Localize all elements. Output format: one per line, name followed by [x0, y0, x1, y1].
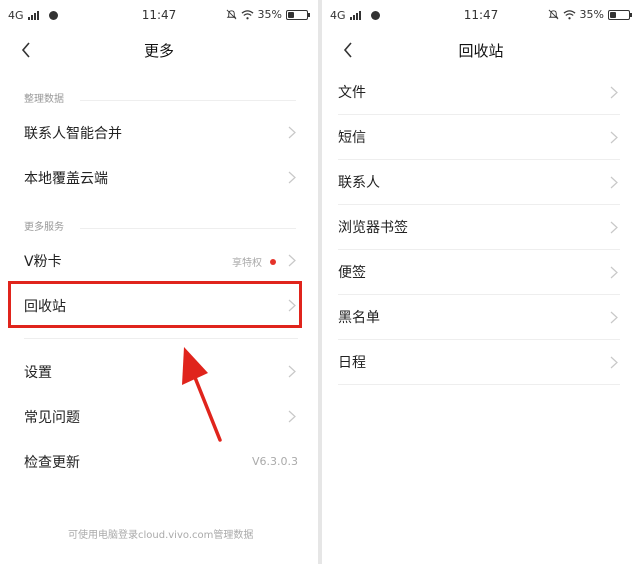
chevron-right-icon [288, 171, 296, 184]
mute-icon [548, 9, 558, 20]
recycle-item-files[interactable]: 文件 [338, 70, 620, 115]
recycle-item-sms[interactable]: 短信 [338, 115, 620, 160]
chevron-right-icon [610, 176, 618, 189]
local-overwrite-cloud-row[interactable]: 本地覆盖云端 [0, 155, 318, 200]
recycle-item-schedule[interactable]: 日程 [338, 340, 620, 385]
row-label: 联系人 [338, 175, 380, 191]
recycle-bin-screen: 4G 11:47 35% 回收站 文件 短信 联系人 浏览器书签 便签 黑名单 … [322, 0, 640, 564]
more-screen: 4G 11:47 35% 更多 整理数据 联系人智能合并 本地覆盖云端 更多服务 [0, 0, 318, 564]
recycle-bin-row[interactable]: 回收站 [0, 283, 318, 328]
row-label: 文件 [338, 85, 366, 101]
red-dot-badge [270, 258, 276, 265]
chevron-right-icon [610, 131, 618, 144]
title-bar: 回收站 [322, 30, 640, 70]
row-label: 黑名单 [338, 310, 380, 326]
chevron-right-icon [288, 299, 296, 312]
merge-contacts-row[interactable]: 联系人智能合并 [0, 110, 318, 155]
chevron-right-icon [288, 365, 296, 378]
row-label: 日程 [338, 355, 366, 371]
row-label: V粉卡 [24, 253, 62, 270]
page-title: 回收站 [458, 42, 504, 60]
row-label: 检查更新 [24, 454, 80, 471]
chevron-right-icon [610, 311, 618, 324]
status-bar: 4G 11:47 35% [322, 0, 640, 30]
battery-percent: 35% [257, 8, 282, 21]
page-title: 更多 [143, 42, 174, 60]
recycle-item-bookmarks[interactable]: 浏览器书签 [338, 205, 620, 250]
chevron-right-icon [610, 221, 618, 234]
settings-row[interactable]: 设置 [0, 349, 318, 394]
vcard-row[interactable]: V粉卡 享特权 [0, 238, 318, 283]
vcard-extra: 享特权 [232, 254, 276, 269]
battery-percent: 35% [579, 8, 604, 21]
row-label: 回收站 [24, 298, 66, 315]
section-header-services: 更多服务 [0, 218, 318, 238]
status-bar: 4G 11:47 35% [0, 0, 318, 30]
footer-note: 可使用电脑登录cloud.vivo.com管理数据 [68, 530, 254, 541]
chevron-right-icon [288, 126, 296, 139]
section-header-label: 整理数据 [24, 94, 64, 105]
section-header-label: 更多服务 [24, 222, 64, 233]
chevron-right-icon [610, 356, 618, 369]
chevron-right-icon [610, 86, 618, 99]
chevron-right-icon [288, 410, 296, 423]
row-label: 浏览器书签 [338, 220, 408, 236]
version-label: V6.3.0.3 [251, 455, 298, 468]
row-label: 设置 [24, 364, 52, 381]
wifi-icon [563, 9, 576, 19]
row-label: 常见问题 [24, 409, 80, 426]
privilege-label: 享特权 [232, 258, 262, 269]
section-header-organize: 整理数据 [0, 90, 318, 110]
recycle-item-contacts[interactable]: 联系人 [338, 160, 620, 205]
row-label: 便签 [338, 265, 366, 281]
row-label: 短信 [338, 130, 366, 146]
row-label: 本地覆盖云端 [24, 170, 108, 187]
faq-row[interactable]: 常见问题 [0, 394, 318, 439]
recycle-item-notes[interactable]: 便签 [338, 250, 620, 295]
chevron-right-icon [288, 254, 296, 267]
red-arrow-annotation [182, 347, 222, 442]
recycle-bin-list: 文件 短信 联系人 浏览器书签 便签 黑名单 日程 [322, 70, 640, 385]
battery-icon [286, 9, 310, 20]
recycle-item-blacklist[interactable]: 黑名单 [338, 295, 620, 340]
mute-icon [226, 9, 236, 20]
wifi-icon [241, 9, 254, 19]
battery-icon [608, 9, 632, 20]
title-bar: 更多 [0, 30, 318, 70]
chevron-right-icon [610, 266, 618, 279]
check-update-row[interactable]: 检查更新 V6.3.0.3 [0, 439, 318, 484]
row-label: 联系人智能合并 [24, 125, 122, 142]
